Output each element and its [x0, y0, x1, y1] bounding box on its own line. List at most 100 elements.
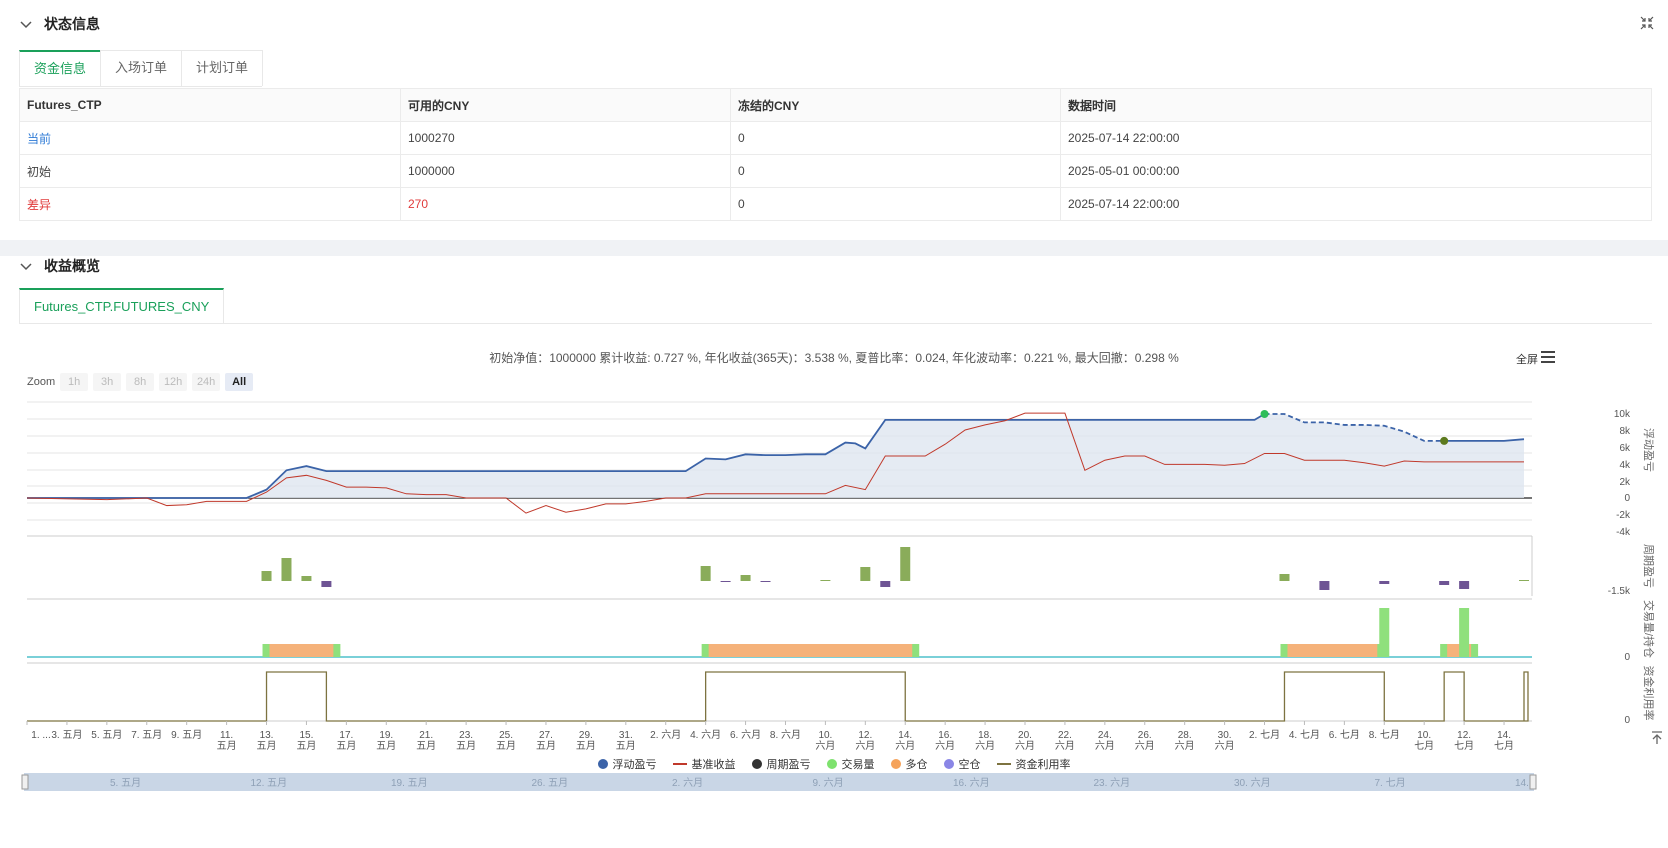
x-tick-label-month: 五月 — [257, 740, 277, 752]
position-bars — [27, 608, 1532, 658]
collapse-fullscreen-icon[interactable] — [1640, 16, 1654, 30]
cell-time: 2025-05-01 00:00:00 — [1060, 154, 1652, 188]
x-tick-label: 10. — [1417, 730, 1431, 741]
x-tick-label: 1. ... — [31, 730, 50, 741]
chart-legend: 浮动盈亏 基准收益 周期盈亏 交易量 多仓 空仓 资金利用率 — [0, 756, 1668, 772]
period-pnl-bar — [820, 580, 831, 581]
x-tick-label-month: 五月 — [576, 740, 596, 752]
y-axis-ticks: 10k 8k 6k 4k 2k 0 -2k -4k -1.5k 0 0 — [1608, 409, 1631, 726]
y-tick-4k: 4k — [1619, 460, 1631, 471]
navigator-tick-label: 30. 六月 — [1234, 777, 1271, 789]
legend-item[interactable]: 基准收益 — [672, 756, 736, 772]
y-tick-0: 0 — [1624, 493, 1630, 504]
cell-frozen: 0 — [730, 154, 1061, 188]
panel-title-floating-pnl: 浮动盈亏 — [1642, 428, 1655, 472]
chevron-down-icon[interactable] — [18, 258, 34, 274]
column-header[interactable]: Futures_CTP — [19, 88, 401, 122]
zoom-1h-button[interactable]: 1h — [60, 373, 89, 391]
legend-item[interactable]: 浮动盈亏 — [597, 756, 657, 772]
x-tick-label-month: 六月 — [1175, 740, 1195, 752]
table-header-row: Futures_CTP 可用的CNY 冻结的CNY 数据时间 — [19, 88, 1652, 122]
x-tick-label-month: 七月 — [1454, 740, 1474, 752]
overview-panel: 收益概览 Futures_CTP.FUTURES_CNY 初始净值：100000… — [0, 256, 1668, 848]
panel-title-utilization: 资金利用率 — [1642, 666, 1656, 721]
x-tick-label-month: 五月 — [616, 740, 636, 752]
zoom-8h-button[interactable]: 8h — [126, 373, 155, 391]
row-label-initial: 初始 — [19, 154, 401, 188]
x-tick-label-month: 六月 — [1015, 740, 1035, 752]
zoom-12h-button[interactable]: 12h — [159, 373, 188, 391]
entry-marker — [1260, 410, 1269, 418]
cell-available: 1000270 — [400, 121, 731, 155]
zoom-3h-button[interactable]: 3h — [93, 373, 122, 391]
navigator-tick-label: 23. 六月 — [1094, 777, 1131, 789]
tab-futures-cny[interactable]: Futures_CTP.FUTURES_CNY — [19, 288, 225, 324]
x-tick-label-month: 六月 — [935, 740, 955, 752]
x-tick-label: 31. — [619, 730, 633, 741]
status-header[interactable]: 状态信息 — [18, 14, 100, 34]
legend-swatch — [597, 759, 608, 769]
legend-swatch — [672, 763, 687, 765]
chevron-down-icon[interactable] — [18, 16, 34, 32]
x-tick-label: 4. 七月 — [1289, 729, 1320, 741]
legend-item[interactable]: 空仓 — [943, 756, 981, 772]
legend-item[interactable]: 周期盈亏 — [751, 756, 811, 772]
x-tick-label-month: 五月 — [296, 740, 316, 752]
x-tick-label-month: 六月 — [815, 740, 835, 752]
tab-funds[interactable]: 资金信息 — [19, 50, 102, 86]
zoom-24h-button[interactable]: 24h — [192, 373, 221, 391]
column-header[interactable]: 数据时间 — [1060, 88, 1652, 122]
cell-frozen: 0 — [730, 187, 1061, 221]
volume-bar — [262, 644, 270, 657]
volume-spike-bar — [1379, 608, 1390, 657]
overview-header[interactable]: 收益概览 — [18, 256, 100, 276]
x-tick-label: 7. 五月 — [131, 729, 162, 741]
legend-swatch — [751, 759, 762, 769]
tab-entry-orders[interactable]: 入场订单 — [100, 50, 183, 86]
x-tick-label-month: 六月 — [975, 740, 995, 752]
panel-title-volume: 交易量/持仓 — [1642, 600, 1656, 658]
legend-label: 周期盈亏 — [766, 759, 811, 771]
x-tick-label: 9. 五月 — [171, 729, 202, 741]
cell-time: 2025-07-14 22:00:00 — [1060, 121, 1652, 155]
legend-swatch — [826, 759, 837, 769]
table-row: 当前 1000270 0 2025-07-14 22:00:00 — [19, 121, 1652, 155]
navigator-tick-label: 26. 五月 — [532, 777, 569, 789]
period-pnl-bar — [740, 575, 751, 581]
tab-divider — [19, 323, 1652, 324]
column-header[interactable]: 冻结的CNY — [730, 88, 1061, 122]
x-tick-label-month: 六月 — [1215, 740, 1235, 752]
chart-menu-icon[interactable] — [1540, 350, 1556, 364]
volume-bar — [1440, 644, 1448, 657]
x-tick-label: 18. — [978, 730, 992, 741]
legend-item[interactable]: 交易量 — [826, 756, 875, 772]
period-pnl-bar — [1519, 580, 1529, 581]
cell-frozen: 0 — [730, 121, 1061, 155]
x-tick-label: 20. — [1018, 730, 1032, 741]
navigator[interactable]: 5. 五月 12. 五月 19. 五月 26. 五月 2. 六月 9. 六月 16. 六月 2… — [21, 773, 1537, 791]
fullscreen-button[interactable]: 全屏 — [1516, 351, 1538, 367]
long-position-bar — [705, 644, 916, 657]
x-tick-label: 5. 五月 — [91, 729, 122, 741]
x-tick-label: 12. — [858, 730, 872, 741]
row-label-current[interactable]: 当前 — [19, 121, 401, 155]
x-tick-label: 29. — [579, 730, 593, 741]
legend-item[interactable]: 多仓 — [890, 756, 928, 772]
column-header[interactable]: 可用的CNY — [400, 88, 731, 122]
x-tick-label: 13. — [260, 730, 274, 741]
x-tick-label: 22. — [1058, 730, 1072, 741]
x-tick-label: 21. — [419, 730, 433, 741]
zoom-bar: Zoom 1h 3h 8h 12h 24h All — [27, 373, 254, 391]
tab-plan-orders[interactable]: 计划订单 — [181, 50, 264, 86]
x-tick-label-month: 五月 — [456, 740, 476, 752]
period-pnl-bar — [720, 581, 731, 582]
x-tick-label-month: 五月 — [217, 740, 237, 752]
scroll-top-icon[interactable] — [1650, 730, 1664, 746]
legend-label: 交易量 — [841, 759, 875, 771]
volume-bar — [1280, 644, 1288, 657]
legend-item[interactable]: 资金利用率 — [996, 756, 1071, 772]
zoom-all-button[interactable]: All — [225, 373, 254, 391]
x-tick-label-month: 五月 — [536, 740, 556, 752]
x-tick-label: 14. — [1497, 730, 1511, 741]
period-pnl-bar — [261, 571, 272, 581]
